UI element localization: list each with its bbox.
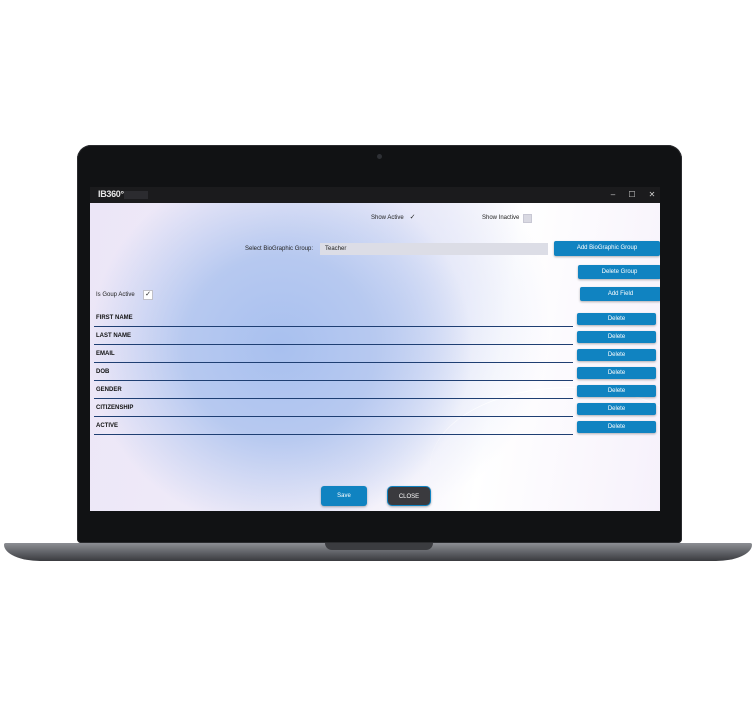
add-field-button[interactable]: Add Field: [580, 287, 660, 301]
field-row: FIRST NAME: [94, 312, 573, 327]
delete-field-button[interactable]: Delete: [577, 313, 656, 325]
title-area: [124, 191, 148, 199]
show-active-label: Show Active: [371, 215, 404, 221]
delete-field-button[interactable]: Delete: [577, 385, 656, 397]
add-biographic-group-button[interactable]: Add BioGraphic Group: [554, 241, 660, 256]
show-inactive-checkbox[interactable]: [523, 214, 532, 223]
delete-group-button[interactable]: Delete Group: [578, 265, 660, 279]
close-button[interactable]: CLOSE: [387, 486, 431, 506]
app-logo: IB360°: [98, 189, 124, 199]
delete-field-button[interactable]: Delete: [577, 403, 656, 415]
is-group-active-label: Is Goup Active: [96, 292, 135, 298]
field-name: ACTIVE: [96, 423, 119, 429]
maximize-icon[interactable]: ☐: [626, 189, 638, 201]
select-group-label: Select BioGraphic Group:: [245, 246, 314, 252]
close-icon[interactable]: ✕: [646, 189, 658, 201]
field-row: EMAIL: [94, 348, 573, 363]
delete-field-button[interactable]: Delete: [577, 349, 656, 361]
show-inactive-label: Show Inactive: [482, 215, 520, 221]
field-row: CITIZENSHIP: [94, 402, 573, 417]
field-name: DOB: [96, 369, 110, 375]
title-bar: IB360° – ☐ ✕: [90, 187, 660, 203]
save-button[interactable]: Save: [321, 486, 367, 506]
field-name: LAST NAME: [96, 333, 131, 339]
field-name: CITIZENSHIP: [96, 405, 134, 411]
show-active-checkbox[interactable]: ✓: [409, 214, 416, 221]
field-name: FIRST NAME: [96, 315, 133, 321]
field-row: LAST NAME: [94, 330, 573, 345]
field-row: ACTIVE: [94, 420, 573, 435]
field-name: GENDER: [96, 387, 122, 393]
laptop-notch: [325, 543, 433, 550]
group-select[interactable]: Teacher: [320, 243, 548, 255]
field-row: DOB: [94, 366, 573, 381]
delete-field-button[interactable]: Delete: [577, 421, 656, 433]
is-group-active-checkbox[interactable]: ✓: [143, 290, 153, 300]
camera-icon: [377, 154, 382, 159]
minimize-icon[interactable]: –: [607, 189, 619, 201]
field-row: GENDER: [94, 384, 573, 399]
delete-field-button[interactable]: Delete: [577, 367, 656, 379]
field-name: EMAIL: [96, 351, 115, 357]
delete-field-button[interactable]: Delete: [577, 331, 656, 343]
app-window: IB360° – ☐ ✕ Show Active ✓ Show Inactive…: [90, 187, 660, 511]
